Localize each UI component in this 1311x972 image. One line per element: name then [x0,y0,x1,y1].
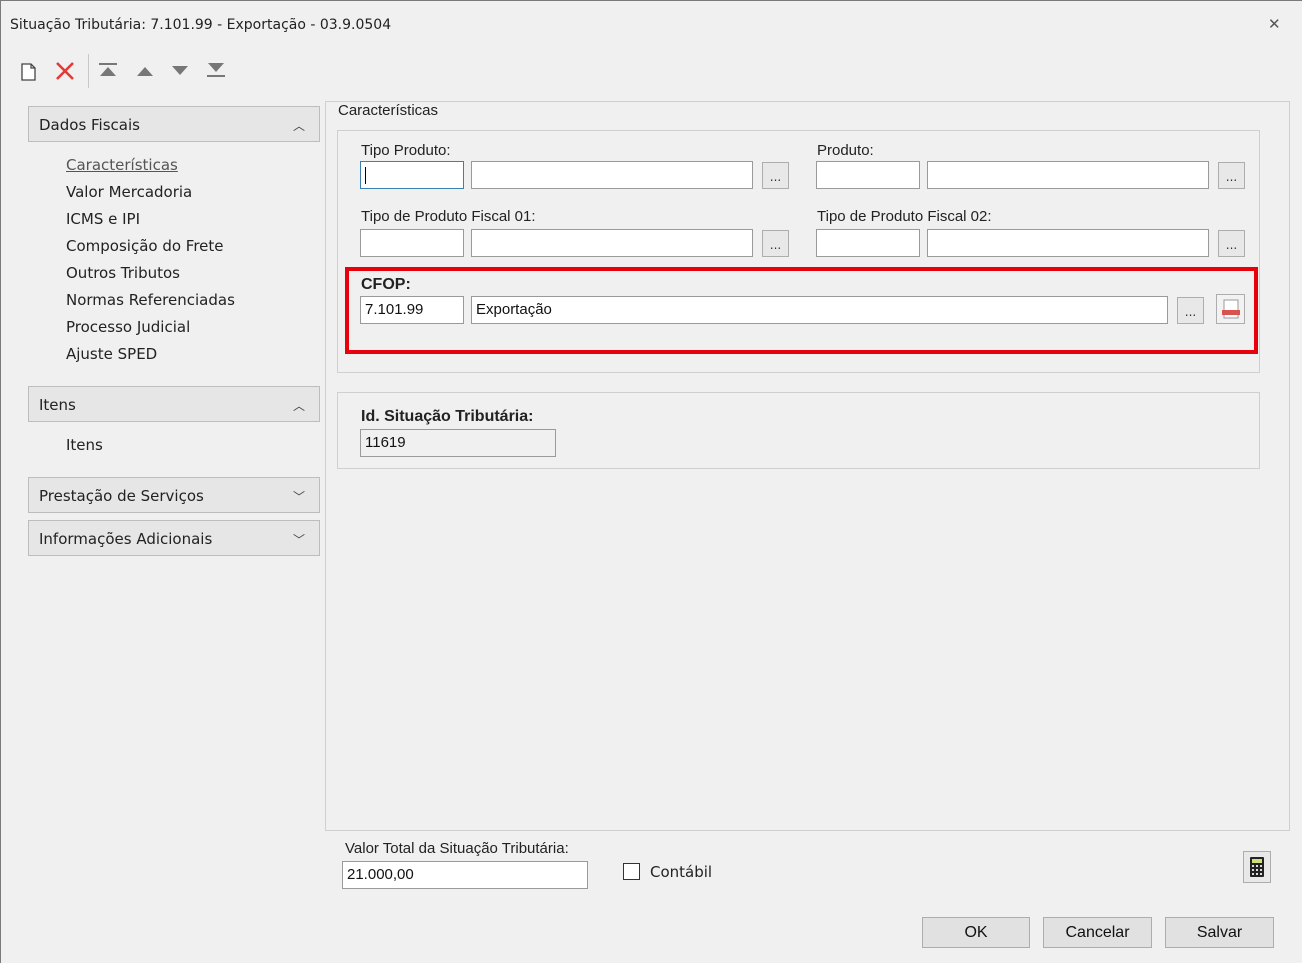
valor-total-label: Valor Total da Situação Tributária: [345,840,569,857]
nav-icms-ipi[interactable]: ICMS e IPI [66,210,140,228]
nav-normas-referenciadas[interactable]: Normas Referenciadas [66,291,235,309]
chevron-up-icon[interactable]: ︿ [293,117,305,134]
chevron-down-icon[interactable]: ﹀ [293,531,305,548]
section-label: Informações Adicionais [39,530,213,548]
cancel-button[interactable]: Cancelar [1043,917,1152,948]
section-label: Prestação de Serviços [39,487,204,505]
nav-processo-judicial[interactable]: Processo Judicial [66,318,190,336]
produto-label: Produto: [817,142,874,159]
tipo-produto-code-input[interactable] [360,161,464,189]
move-down-icon[interactable] [169,58,191,84]
move-last-icon[interactable] [205,58,227,84]
nav-outros-tributos[interactable]: Outros Tributos [66,264,180,282]
calculator-icon [1250,857,1264,877]
window-title: Situação Tributária: 7.101.99 - Exportaç… [10,17,392,33]
nav-valor-mercadoria[interactable]: Valor Mercadoria [66,183,192,201]
tipo-fiscal-01-desc-input[interactable] [471,229,753,257]
id-situacao-input: 11619 [360,429,556,457]
delete-x-icon[interactable] [54,58,76,84]
id-situacao-label: Id. Situação Tributária: [361,408,534,425]
contabil-label: Contábil [650,863,713,881]
section-label: Itens [39,396,76,414]
tipo-fiscal-01-code-input[interactable] [360,229,464,257]
chevron-up-icon[interactable]: ︿ [293,397,305,414]
new-document-icon[interactable] [18,58,40,84]
window-edge [1302,0,1311,972]
tipo-fiscal-02-lookup-button[interactable]: ... [1218,230,1245,257]
section-label: Dados Fiscais [39,116,140,134]
tipo-produto-label: Tipo Produto: [361,142,451,159]
close-icon[interactable]: ✕ [1268,15,1281,33]
nav-itens[interactable]: Itens [66,436,103,454]
section-informacoes-adicionais[interactable]: Informações Adicionais ﹀ [28,520,320,556]
section-prestacao-servicos[interactable]: Prestação de Serviços ﹀ [28,477,320,513]
tipo-fiscal-02-desc-input[interactable] [927,229,1209,257]
produto-desc-input[interactable] [927,161,1209,189]
tipo-fiscal-01-lookup-button[interactable]: ... [762,230,789,257]
valor-total-input[interactable]: 21.000,00 [342,861,588,889]
calculator-button[interactable] [1243,851,1271,883]
nav-caracteristicas[interactable]: Características [66,156,178,174]
tipo-fiscal-02-label: Tipo de Produto Fiscal 02: [817,208,992,225]
section-dados-fiscais[interactable]: Dados Fiscais ︿ [28,106,320,142]
cfop-highlight-box [345,267,1258,354]
window-edge [0,963,1311,972]
text-caret [365,166,366,184]
section-itens[interactable]: Itens ︿ [28,386,320,422]
tipo-produto-lookup-button[interactable]: ... [762,162,789,189]
produto-code-input[interactable] [816,161,920,189]
save-button[interactable]: Salvar [1165,917,1274,948]
move-up-icon[interactable] [134,58,156,84]
move-first-icon[interactable] [97,58,119,84]
produto-lookup-button[interactable]: ... [1218,162,1245,189]
contabil-checkbox[interactable] [623,863,640,880]
ok-button[interactable]: OK [922,917,1030,948]
nav-composicao-frete[interactable]: Composição do Frete [66,237,224,255]
toolbar-separator [88,54,89,88]
tipo-produto-desc-input[interactable] [471,161,753,189]
tipo-fiscal-02-code-input[interactable] [816,229,920,257]
nav-ajuste-sped[interactable]: Ajuste SPED [66,345,157,363]
group-title: Características [338,102,439,119]
tipo-fiscal-01-label: Tipo de Produto Fiscal 01: [361,208,536,225]
chevron-down-icon[interactable]: ﹀ [293,488,305,505]
